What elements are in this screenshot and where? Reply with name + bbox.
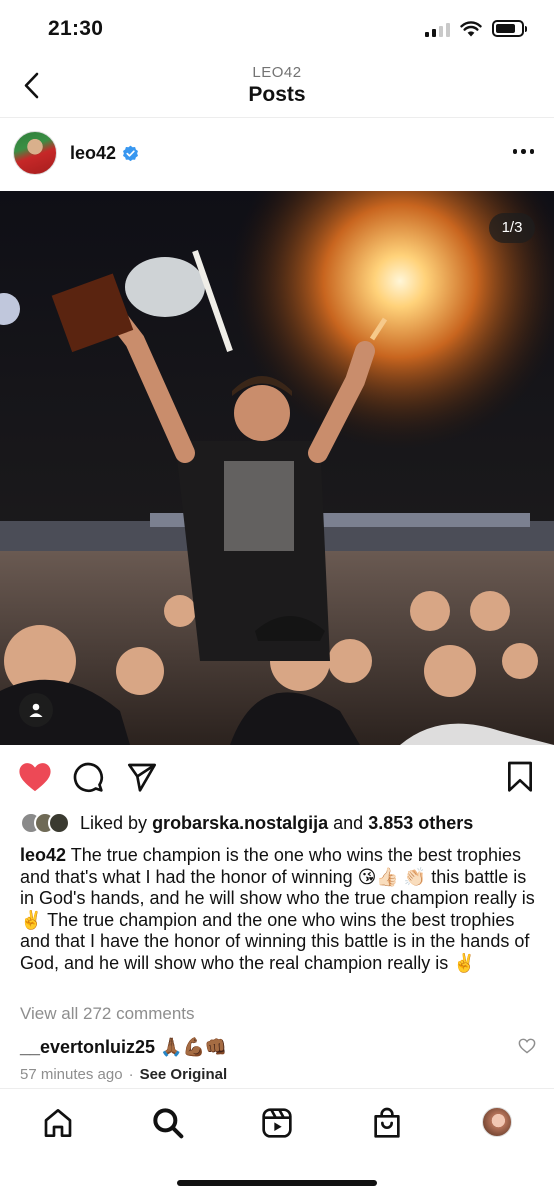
caption-text: The true champion is the one who wins th…	[20, 845, 535, 973]
post-timestamp: 57 minutes ago	[20, 1066, 123, 1083]
reels-icon	[262, 1108, 292, 1138]
nav-shop-button[interactable]	[371, 1107, 403, 1144]
status-bar: 21:30	[0, 0, 554, 60]
search-icon	[153, 1108, 184, 1139]
save-button[interactable]	[506, 761, 534, 798]
share-button[interactable]	[126, 761, 158, 798]
comment-username[interactable]: __evertonluiz25	[20, 1037, 155, 1057]
nav-header: LEO42 Posts	[0, 60, 554, 118]
status-icons	[425, 20, 527, 37]
page-title: Posts	[248, 83, 306, 106]
likes-conjunction: and	[333, 812, 364, 833]
likes-others-count[interactable]: 3.853 others	[368, 813, 473, 833]
nav-home-button[interactable]	[42, 1107, 74, 1144]
tagged-users-button[interactable]	[19, 693, 53, 727]
comment-preview: __evertonluiz25 🙏🏾💪🏾👊🏾	[20, 1034, 536, 1060]
more-horizontal-icon	[512, 149, 517, 154]
battery-icon	[492, 20, 527, 37]
home-indicator	[177, 1180, 377, 1186]
post-meta: 57 minutes ago · See Original	[20, 1066, 227, 1083]
nav-titles: LEO42 Posts	[0, 64, 554, 107]
likes-text: Liked by grobarska.nostalgija and 3.853 …	[80, 813, 473, 834]
heart-outline-icon	[518, 1038, 536, 1054]
caption-author[interactable]: leo42	[20, 845, 66, 865]
author-avatar[interactable]	[13, 131, 57, 175]
comment-icon	[73, 762, 103, 792]
status-time: 21:30	[48, 17, 104, 40]
nav-profile-button[interactable]	[482, 1107, 512, 1137]
signal-icon	[425, 21, 450, 37]
bookmark-icon	[508, 761, 533, 792]
nav-reels-button[interactable]	[261, 1107, 293, 1144]
likes-summary[interactable]: Liked by grobarska.nostalgija and 3.853 …	[20, 809, 473, 837]
post-actions	[0, 745, 554, 809]
home-icon	[44, 1109, 72, 1137]
more-options-button[interactable]	[512, 149, 534, 154]
photo-counter: 1/3	[489, 213, 535, 243]
comment-button[interactable]	[72, 761, 104, 798]
liker-avatars	[20, 812, 70, 834]
verified-badge-icon	[123, 145, 139, 162]
bottom-nav	[0, 1088, 554, 1158]
first-liker-username[interactable]: grobarska.nostalgija	[152, 813, 328, 833]
comment-like-button[interactable]	[518, 1038, 536, 1059]
post-photo[interactable]: 1/3	[0, 191, 554, 745]
page-subtitle: LEO42	[252, 64, 302, 81]
comment-body: 🙏🏾💪🏾👊🏾	[160, 1036, 228, 1057]
meta-separator: ·	[128, 1066, 134, 1083]
post-caption: leo42 The true champion is the one who w…	[20, 845, 535, 974]
user-tag-icon	[29, 703, 43, 717]
like-button[interactable]	[18, 761, 52, 798]
nav-search-button[interactable]	[152, 1107, 184, 1144]
view-all-comments-link[interactable]: View all 272 comments	[20, 1004, 195, 1024]
heart-icon	[19, 763, 51, 792]
photo-illustration	[0, 191, 554, 745]
author-username[interactable]: leo42	[70, 143, 116, 164]
username-row: leo42	[70, 143, 139, 164]
comment-text-wrap: __evertonluiz25 🙏🏾💪🏾👊🏾	[20, 1037, 227, 1058]
see-original-link[interactable]: See Original	[140, 1066, 228, 1083]
profile-avatar	[482, 1107, 512, 1137]
send-icon	[128, 763, 156, 792]
wifi-icon	[460, 20, 482, 36]
post-header: leo42	[0, 118, 554, 191]
likes-prefix: Liked by	[80, 812, 148, 833]
shopping-bag-icon	[374, 1107, 400, 1138]
liker-avatar	[48, 812, 70, 834]
